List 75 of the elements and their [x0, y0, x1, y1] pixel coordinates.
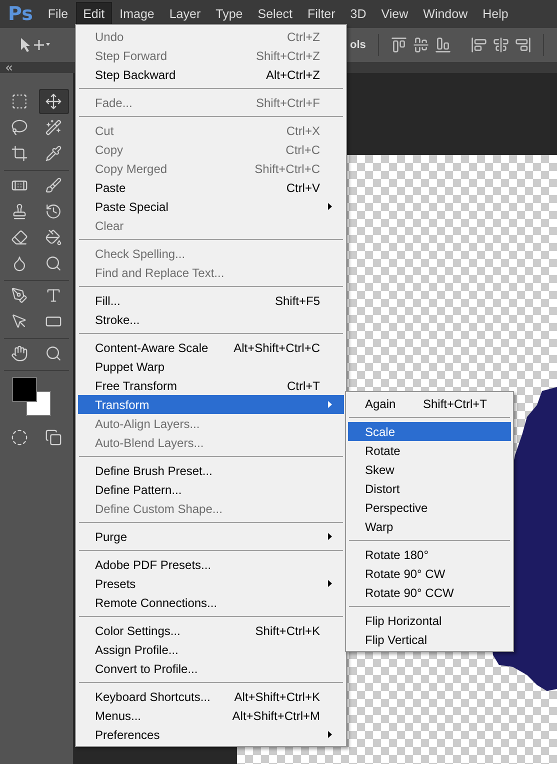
screen-mode-icon	[45, 429, 62, 446]
menu-item[interactable]: Paste Ctrl+V	[78, 178, 344, 197]
menu-item[interactable]: Content-Aware Scale Alt+Shift+Ctrl+C	[78, 338, 344, 357]
menu-title[interactable]: View	[374, 2, 416, 26]
menu-item[interactable]: Fill... Shift+F5	[78, 291, 344, 310]
color-swatches-icon[interactable]	[12, 377, 52, 417]
menu-item[interactable]: Rotate 90° CCW	[348, 583, 511, 602]
menu-item[interactable]: Flip Vertical	[348, 630, 511, 649]
menu-item[interactable]: Convert to Profile...	[78, 659, 344, 678]
crop-icon	[11, 145, 28, 162]
collapse-icon[interactable]	[4, 63, 14, 73]
menu-item[interactable]: Preferences	[78, 725, 344, 744]
menu-item[interactable]: Rotate 180°	[348, 545, 511, 564]
menu-title[interactable]: Edit	[76, 2, 112, 26]
menu-title[interactable]: 3D	[343, 2, 374, 26]
tool-button[interactable]	[38, 89, 68, 114]
align-center-icon[interactable]	[492, 37, 509, 53]
history-brush-icon	[45, 203, 62, 220]
eraser-icon	[11, 229, 28, 246]
move-icon	[45, 93, 62, 110]
menu-item[interactable]: Menus... Alt+Shift+Ctrl+M	[78, 706, 344, 725]
align-middle-icon[interactable]	[412, 37, 429, 53]
magic-wand-icon	[45, 119, 62, 136]
menu-item[interactable]: Scale	[348, 422, 511, 441]
pointer-icon	[11, 313, 28, 330]
menu-item[interactable]: Again Shift+Ctrl+T	[348, 394, 511, 413]
menu-title[interactable]: File	[40, 2, 76, 26]
menu-item[interactable]: Define Brush Preset...	[78, 461, 344, 480]
brush-icon	[45, 177, 62, 194]
menu-item[interactable]: Distort	[348, 479, 511, 498]
paint-bucket-icon	[45, 229, 62, 246]
menu-item[interactable]: Assign Profile...	[78, 640, 344, 659]
menu-item[interactable]: Keyboard Shortcuts... Alt+Shift+Ctrl+K	[78, 687, 344, 706]
option-label: ols	[350, 39, 366, 51]
menu-item[interactable]: Transform	[78, 395, 344, 414]
menu-item[interactable]: Perspective	[348, 498, 511, 517]
app-logo: Ps	[8, 3, 33, 25]
eyedropper-icon	[45, 145, 62, 162]
menu-item[interactable]: Color Settings... Shift+Ctrl+K	[78, 621, 344, 640]
menu-title[interactable]: Window	[416, 2, 475, 26]
menu-item[interactable]: Step Backward Alt+Ctrl+Z	[78, 65, 344, 84]
type-icon	[45, 287, 62, 304]
hand-icon	[11, 345, 28, 362]
menu-title[interactable]: Help	[476, 2, 516, 26]
quick-mask-icon	[11, 429, 28, 446]
move-tool-icon[interactable]	[20, 37, 50, 53]
menu-item[interactable]: Warp	[348, 517, 511, 536]
menu-item[interactable]: Skew	[348, 460, 511, 479]
menu-title[interactable]: Type	[208, 2, 250, 26]
menu-title[interactable]: Layer	[162, 2, 208, 26]
menu-item[interactable]: Define Pattern...	[78, 480, 344, 499]
align-right-icon[interactable]	[514, 37, 531, 53]
align-top-icon[interactable]	[390, 37, 407, 53]
menu-item[interactable]: Puppet Warp	[78, 357, 344, 376]
menu-item[interactable]: Rotate	[348, 441, 511, 460]
menu-item[interactable]: Presets	[78, 574, 344, 593]
stamp-icon	[11, 203, 28, 220]
menu-item[interactable]: Stroke...	[78, 310, 344, 329]
droplet-icon	[11, 255, 28, 272]
menu-title[interactable]: Image	[112, 2, 162, 26]
menu-item[interactable]: Flip Horizontal	[348, 611, 511, 630]
align-bottom-icon[interactable]	[434, 37, 451, 53]
menu-item[interactable]: Remote Connections...	[78, 593, 344, 612]
menu-item[interactable]: Free Transform Ctrl+T	[78, 376, 344, 395]
menu-item[interactable]: Paste Special	[78, 197, 344, 216]
menu-item[interactable]: Purge	[78, 527, 344, 546]
pen-icon	[11, 287, 28, 304]
menu-item[interactable]: Adobe PDF Presets...	[78, 555, 344, 574]
zoom-icon	[45, 345, 62, 362]
menu-title[interactable]: Filter	[300, 2, 342, 26]
menu-item[interactable]: Rotate 90° CW	[348, 564, 511, 583]
align-left-icon[interactable]	[470, 37, 487, 53]
menu-title[interactable]: Select	[250, 2, 300, 26]
lasso-icon	[11, 119, 28, 136]
marquee-icon	[11, 93, 28, 110]
